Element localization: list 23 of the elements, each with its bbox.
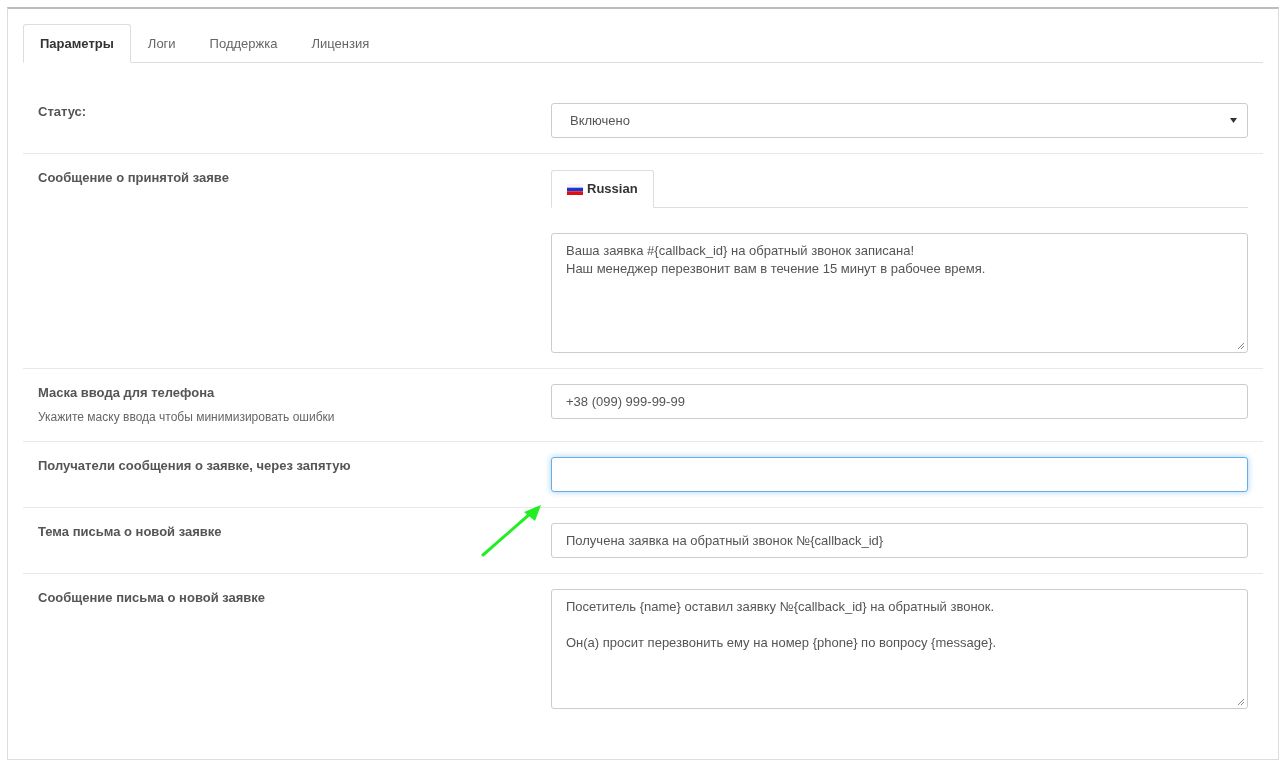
- field-label: Сообщение о принятой заяве: [38, 169, 230, 187]
- resize-grip-icon[interactable]: [1237, 342, 1245, 350]
- text-input-field[interactable]: Получена заявка на обратный звонок №{callback_id}: [551, 523, 1248, 558]
- textarea-field[interactable]: Ваша заявка #{callback_id} на обратный звонок записана! Наш менеджер перезвонит вам в течение 15 минут в рабочее время.: [551, 233, 1248, 353]
- field-label: Тема письма о новой заявке: [38, 523, 223, 541]
- text-input-field[interactable]: [551, 457, 1248, 492]
- language-tab[interactable]: Russian: [551, 170, 654, 208]
- status-select[interactable]: Включено: [551, 103, 1248, 138]
- field-label: Сообщение письма о новой заявке: [38, 589, 267, 607]
- flag-icon: [567, 183, 583, 195]
- tab[interactable]: Параметры: [23, 24, 131, 63]
- tab[interactable]: Лицензия: [294, 24, 387, 63]
- tab[interactable]: Логи: [130, 24, 193, 63]
- annotation-arrow: [481, 504, 543, 557]
- help-text: Укажите маску ввода чтобы минимизировать ошибки: [38, 409, 336, 426]
- field-label: Получатели сообщения о заявке, через запятую: [38, 457, 352, 475]
- field-label: Статус:: [38, 103, 88, 121]
- tab[interactable]: Поддержка: [192, 24, 295, 63]
- textarea-field[interactable]: Посетитель {name} оставил заявку №{callback_id} на обратный звонок. Он(а) просит перезвонить ему на номер {phone} по вопросу {message}.: [551, 589, 1248, 709]
- resize-grip-icon[interactable]: [1237, 698, 1245, 706]
- dropdown-caret-icon: [1230, 118, 1237, 123]
- text-input-field[interactable]: +38 (099) 999-99-99: [551, 384, 1248, 419]
- field-label: Маска ввода для телефона: [38, 384, 216, 402]
